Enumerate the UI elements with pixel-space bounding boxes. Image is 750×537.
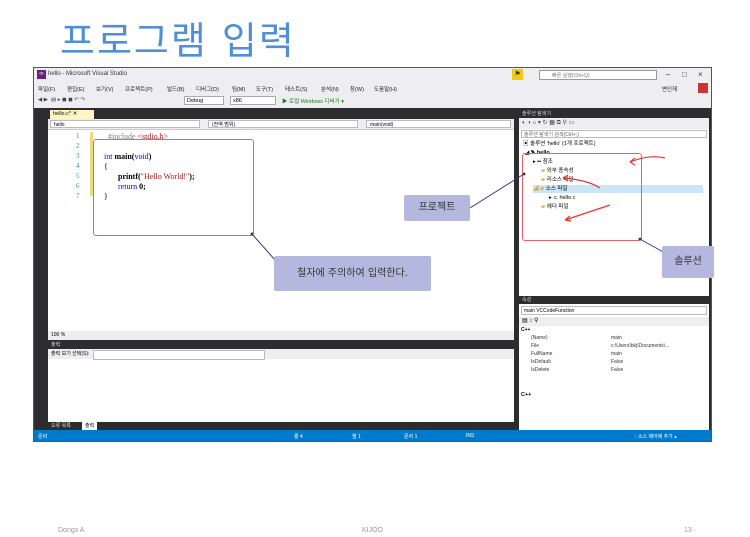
- footer-left: Dongs A: [58, 527, 85, 534]
- project-callout: 프로젝트: [404, 195, 470, 221]
- leader-dot: [638, 237, 642, 241]
- footer-center: KIJOO: [362, 527, 384, 534]
- red-arrow-source: [564, 204, 611, 221]
- code-note-callout: 철자에 주의하여 입력한다.: [274, 256, 431, 291]
- red-arrow-solution: [629, 156, 666, 163]
- code-callout-leader: [251, 233, 276, 261]
- project-callout-leader: [469, 173, 525, 209]
- red-arrow-project: [562, 177, 601, 189]
- leader-dot: [522, 172, 526, 176]
- page-number: 13: [684, 527, 692, 534]
- leader-dot: [250, 232, 254, 236]
- solution-callout: 솔루션: [662, 246, 714, 278]
